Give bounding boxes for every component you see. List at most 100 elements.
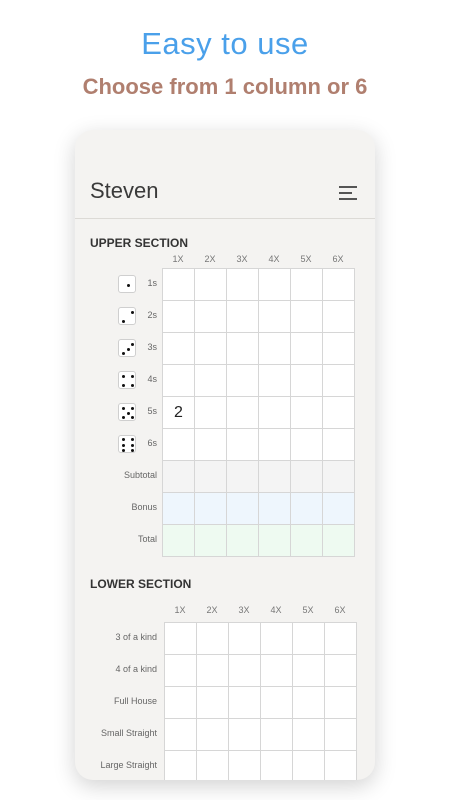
upper-score-cell[interactable] xyxy=(322,364,355,397)
lower-score-cell[interactable] xyxy=(292,718,325,751)
upper-score-cell[interactable] xyxy=(258,268,291,301)
upper-score-cell[interactable] xyxy=(258,428,291,461)
lower-score-cell[interactable] xyxy=(260,622,293,655)
lower-score-cell[interactable] xyxy=(228,686,261,719)
upper-score-cell xyxy=(226,460,259,493)
lower-score-cell[interactable] xyxy=(228,750,261,780)
lower-score-grid xyxy=(164,622,357,780)
lower-score-cell[interactable] xyxy=(164,750,197,780)
upper-score-cell[interactable] xyxy=(162,268,195,301)
upper-column-header: 6X xyxy=(332,254,344,264)
upper-score-cell[interactable] xyxy=(290,428,323,461)
lower-score-cell[interactable] xyxy=(324,750,357,780)
lower-score-cell[interactable] xyxy=(228,654,261,687)
upper-score-cell[interactable] xyxy=(322,268,355,301)
upper-score-cell[interactable] xyxy=(162,332,195,365)
die-2-icon xyxy=(118,307,136,325)
app-bar: Steven xyxy=(75,130,375,219)
upper-score-cell[interactable] xyxy=(162,300,195,333)
lower-row xyxy=(164,654,357,687)
upper-score-cell[interactable] xyxy=(290,268,323,301)
upper-score-cell xyxy=(322,524,355,557)
upper-score-cell[interactable] xyxy=(162,428,195,461)
die-pip xyxy=(131,375,134,378)
upper-score-cell[interactable] xyxy=(226,364,259,397)
promo-headline: Easy to use xyxy=(141,26,309,61)
lower-score-cell[interactable] xyxy=(324,654,357,687)
upper-score-cell xyxy=(258,524,291,557)
lower-row-label: 4 of a kind xyxy=(115,664,157,674)
lower-score-cell[interactable] xyxy=(324,718,357,751)
lower-score-cell[interactable] xyxy=(260,686,293,719)
upper-score-cell xyxy=(226,524,259,557)
lower-score-cell[interactable] xyxy=(228,718,261,751)
lower-score-cell[interactable] xyxy=(196,686,229,719)
lower-score-cell[interactable] xyxy=(292,686,325,719)
lower-score-cell[interactable] xyxy=(260,654,293,687)
upper-score-cell[interactable] xyxy=(290,300,323,333)
upper-score-cell[interactable] xyxy=(194,396,227,429)
menu-icon[interactable] xyxy=(339,186,357,200)
upper-score-cell[interactable] xyxy=(226,396,259,429)
upper-score-cell[interactable] xyxy=(290,396,323,429)
upper-score-cell[interactable] xyxy=(194,300,227,333)
lower-score-cell[interactable] xyxy=(260,750,293,780)
upper-score-cell[interactable] xyxy=(258,396,291,429)
die-pip xyxy=(131,311,134,314)
die-pip xyxy=(131,416,134,419)
lower-score-cell[interactable] xyxy=(164,622,197,655)
upper-score-cell[interactable] xyxy=(194,364,227,397)
lower-score-cell[interactable] xyxy=(164,686,197,719)
upper-row xyxy=(162,364,355,397)
lower-score-cell[interactable] xyxy=(228,622,261,655)
lower-score-cell[interactable] xyxy=(196,622,229,655)
upper-score-cell[interactable] xyxy=(322,396,355,429)
upper-row xyxy=(162,492,355,525)
upper-score-cell[interactable] xyxy=(322,300,355,333)
lower-score-cell[interactable] xyxy=(292,750,325,780)
upper-score-cell[interactable] xyxy=(290,332,323,365)
upper-score-grid: 2 xyxy=(162,268,355,557)
die-pip xyxy=(122,416,125,419)
die-5-icon xyxy=(118,403,136,421)
upper-score-cell[interactable] xyxy=(322,332,355,365)
upper-score-cell[interactable] xyxy=(194,332,227,365)
upper-score-cell[interactable] xyxy=(290,364,323,397)
upper-score-cell[interactable] xyxy=(162,364,195,397)
lower-score-cell[interactable] xyxy=(292,622,325,655)
lower-score-cell[interactable] xyxy=(324,686,357,719)
upper-score-cell[interactable] xyxy=(226,428,259,461)
player-name-title: Steven xyxy=(90,178,159,203)
die-pip xyxy=(126,283,130,287)
upper-score-cell[interactable] xyxy=(322,428,355,461)
upper-score-cell[interactable] xyxy=(226,332,259,365)
upper-score-cell[interactable] xyxy=(258,364,291,397)
lower-score-cell[interactable] xyxy=(196,750,229,780)
upper-score-cell[interactable] xyxy=(194,428,227,461)
lower-score-cell[interactable] xyxy=(164,654,197,687)
upper-score-cell[interactable] xyxy=(258,300,291,333)
upper-score-cell[interactable] xyxy=(226,268,259,301)
lower-column-header: 6X xyxy=(334,605,346,615)
upper-score-cell xyxy=(290,524,323,557)
upper-score-cell xyxy=(162,492,195,525)
lower-score-cell[interactable] xyxy=(164,718,197,751)
lower-score-cell[interactable] xyxy=(324,622,357,655)
upper-column-header: 1X xyxy=(172,254,184,264)
lower-column-header: 4X xyxy=(270,605,282,615)
upper-score-cell[interactable] xyxy=(194,268,227,301)
lower-score-cell[interactable] xyxy=(196,654,229,687)
die-3-icon xyxy=(118,339,136,357)
upper-score-cell[interactable] xyxy=(226,300,259,333)
upper-score-cell[interactable]: 2 xyxy=(162,396,195,429)
die-pip xyxy=(122,375,125,378)
upper-score-cell xyxy=(290,492,323,525)
lower-score-cell[interactable] xyxy=(260,718,293,751)
upper-column-header: 2X xyxy=(204,254,216,264)
lower-score-cell[interactable] xyxy=(196,718,229,751)
lower-score-cell[interactable] xyxy=(292,654,325,687)
upper-column-header: 5X xyxy=(300,254,312,264)
upper-row-label: 3s xyxy=(147,342,157,352)
upper-score-cell[interactable] xyxy=(258,332,291,365)
die-pip xyxy=(131,449,134,452)
